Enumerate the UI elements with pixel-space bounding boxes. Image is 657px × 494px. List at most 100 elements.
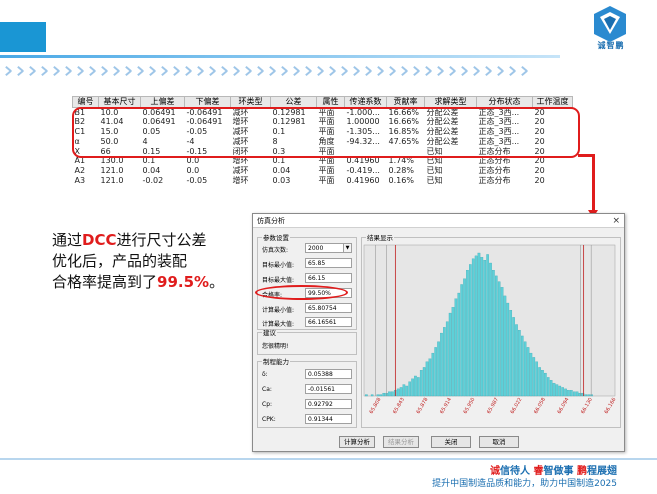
chevron-right-icon — [208, 64, 218, 78]
col-header[interactable]: 基本尺寸 — [98, 96, 141, 108]
histogram-bar — [590, 394, 593, 397]
chevron-right-icon — [112, 64, 122, 78]
histogram-bar — [445, 321, 449, 397]
histogram-bar — [431, 352, 435, 397]
histogram-bar — [419, 370, 423, 397]
x-tick-label: 65.843 — [392, 397, 406, 415]
result-analysis-button[interactable]: 结果分析 — [383, 436, 419, 448]
table-cell: 0.28% — [388, 165, 414, 175]
caption-highlight: DCC — [82, 231, 117, 249]
chevron-right-icon — [328, 64, 338, 78]
table-cell: 0.03 — [272, 175, 291, 185]
chevron-right-icon — [268, 64, 278, 78]
histogram-bar — [512, 317, 515, 397]
col-header[interactable]: 属性 — [316, 96, 345, 108]
table-cell: 20 — [534, 175, 545, 185]
header-rule — [0, 55, 560, 58]
x-tick-label: 65.878 — [416, 397, 430, 415]
histogram-bar — [546, 377, 550, 397]
sim-count-select[interactable]: 2000 ▼ — [305, 243, 352, 253]
col-header[interactable]: 分布状态 — [476, 96, 533, 108]
histogram-bar — [555, 384, 559, 397]
chevron-right-icon — [364, 64, 374, 78]
table-cell: 0.0 — [186, 165, 200, 175]
histogram-bar — [391, 391, 394, 397]
x-tick-label: 66.058 — [533, 397, 547, 415]
table-cell: 平面 — [318, 175, 335, 185]
chevron-right-icon — [28, 64, 38, 78]
pass-rate-highlight — [255, 285, 348, 300]
histogram-bar — [489, 262, 492, 397]
params-legend: 参数设置 — [263, 234, 289, 242]
histogram-bar — [379, 394, 383, 397]
histogram-bar — [408, 381, 411, 397]
col-header[interactable]: 编号 — [72, 96, 99, 108]
col-header[interactable]: 工作温度 — [532, 96, 573, 108]
calc-min-value: 65.80754 — [305, 303, 352, 313]
advice-text: 您很精明! — [262, 343, 289, 350]
histogram-bar — [518, 330, 521, 397]
chevron-right-icon — [76, 64, 86, 78]
histogram-bar — [370, 394, 374, 397]
x-tick-label: 66.166 — [604, 397, 617, 415]
histogram-bar — [474, 255, 478, 397]
histogram-bar — [500, 287, 504, 397]
col-header[interactable]: 贡献率 — [386, 96, 425, 108]
histogram-bar — [587, 394, 590, 397]
target-min-label: 目标最小值: — [262, 262, 295, 269]
table-cell: 20 — [534, 165, 545, 175]
chevron-right-icon — [424, 64, 434, 78]
chevron-right-icon — [220, 64, 230, 78]
table-cell: 减环 — [232, 165, 249, 175]
histogram-bar — [558, 385, 562, 397]
col-header[interactable]: 传递系数 — [344, 96, 387, 108]
histogram-bar — [402, 384, 406, 397]
caption-highlight: 99.5% — [157, 273, 210, 291]
close-icon[interactable]: × — [612, 215, 620, 227]
header-accent-block — [0, 22, 46, 52]
chevron-right-icon — [52, 64, 62, 78]
histogram-bar — [434, 347, 437, 397]
col-header[interactable]: 公差 — [270, 96, 317, 108]
target-max-input[interactable]: 66.15 — [305, 273, 352, 283]
caption-text: 通过 — [52, 231, 83, 249]
x-tick-label: 66.094 — [557, 397, 571, 415]
footer-slogan: 诚信待人 睿智做事 鹏程展翅 — [490, 462, 617, 477]
cancel-button[interactable]: 取消 — [479, 436, 519, 448]
target-min-input[interactable]: 65.85 — [305, 258, 352, 268]
calc-analysis-button[interactable]: 计算分析 — [339, 436, 375, 448]
histogram-bar — [552, 382, 556, 397]
close-button[interactable]: 关闭 — [431, 436, 471, 448]
footer-rule — [0, 458, 657, 460]
histogram-bar — [520, 335, 524, 397]
col-header[interactable]: 上偏差 — [140, 96, 185, 108]
caption-text: 进行尺寸公差 — [116, 231, 207, 249]
histogram-bar — [437, 341, 440, 397]
col-header[interactable]: 下偏差 — [184, 96, 231, 108]
col-header[interactable]: 求解类型 — [424, 96, 477, 108]
histogram-bar — [549, 380, 553, 397]
histogram-bar — [506, 302, 510, 397]
histogram-bar — [440, 332, 443, 397]
chevron-right-icon — [496, 64, 506, 78]
histogram-bar — [572, 391, 576, 397]
ca-label: Ca: — [262, 386, 272, 393]
table-row[interactable]: A2 121.0 0.04 0.0 减环 0.04 平面 -0.419... 0.28% 已知 正态… — [73, 166, 573, 176]
table-cell: A2 — [74, 165, 86, 175]
chevron-right-icon — [184, 64, 194, 78]
footer-tagline: 提升中国制造品质和能力，助力中国制造2025 — [432, 479, 617, 489]
histogram-bar — [448, 312, 452, 397]
table-row[interactable]: A3 121.0 -0.02 -0.05 增环 0.03 平面 0.41960 0.16% 已知 正… — [73, 176, 573, 186]
histogram-bar — [411, 378, 414, 397]
results-legend: 结果显示 — [367, 234, 393, 242]
chevron-right-icon — [412, 64, 422, 78]
histogram-bar — [396, 388, 400, 397]
chevron-right-icon — [280, 64, 290, 78]
target-max-label: 目标最大值: — [262, 277, 295, 284]
chevron-right-icon — [388, 64, 398, 78]
col-header[interactable]: 环类型 — [230, 96, 271, 108]
histogram-bar — [532, 357, 536, 397]
chevron-down-icon[interactable]: ▼ — [343, 244, 351, 252]
ca-value: -0.01561 — [305, 384, 352, 394]
logo-text: 诚智鹏 — [597, 41, 625, 50]
